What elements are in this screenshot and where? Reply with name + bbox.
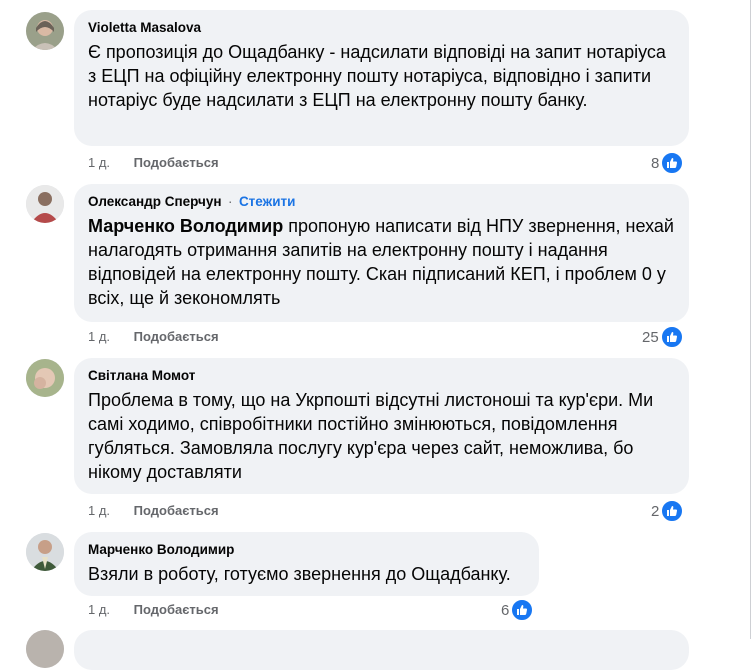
thumbs-up-icon (511, 599, 534, 621)
reaction-count[interactable]: 25 (642, 326, 683, 348)
comment-actions: 1 д. Подобається (88, 503, 219, 519)
comment-author[interactable]: Олександр Сперчун (88, 194, 222, 209)
comment-author[interactable]: Світлана Момот (88, 368, 195, 383)
comment-bubble: Олександр Сперчун · Стежити Марченко Вол… (74, 184, 689, 322)
reaction-count[interactable]: 2 (651, 500, 684, 522)
like-button[interactable]: Подобається (134, 503, 219, 518)
like-button[interactable]: Подобається (134, 602, 219, 617)
comment-timestamp[interactable]: 1 д. (88, 329, 110, 344)
reaction-count-number: 25 (642, 328, 659, 346)
avatar[interactable] (26, 359, 64, 397)
comment-actions: 1 д. Подобається (88, 329, 219, 345)
comment-text: Марченко Володимир пропоную написати від… (88, 214, 675, 310)
comment-bubble: Марченко Володимир Взяли в роботу, готує… (74, 532, 539, 596)
comment-text: Взяли в роботу, готуємо звернення до Оща… (88, 564, 511, 584)
separator-dot: · (227, 194, 233, 209)
avatar[interactable] (26, 533, 64, 571)
avatar[interactable] (26, 185, 64, 223)
comment-author[interactable]: Violetta Masalova (88, 20, 201, 35)
comment-author[interactable]: Марченко Володимир (88, 542, 234, 557)
comment-actions: 1 д. Подобається (88, 602, 219, 618)
like-button[interactable]: Подобається (134, 155, 219, 170)
reaction-count[interactable]: 6 (501, 599, 534, 621)
follow-button[interactable]: Стежити (239, 194, 295, 209)
comment-timestamp[interactable]: 1 д. (88, 602, 110, 617)
thumbs-up-icon (661, 152, 684, 174)
comment-text: Є пропозиція до Ощадбанку - надсилати ві… (88, 42, 666, 110)
comment-actions: 1 д. Подобається (88, 155, 219, 171)
avatar[interactable] (26, 12, 64, 50)
comment-timestamp[interactable]: 1 д. (88, 155, 110, 170)
comment-bubble (74, 630, 689, 670)
comment-timestamp[interactable]: 1 д. (88, 503, 110, 518)
comment-bubble: Світлана Момот Проблема в тому, що на Ук… (74, 358, 689, 494)
avatar[interactable] (26, 630, 64, 668)
thumbs-up-icon (660, 326, 683, 348)
reaction-count-number: 8 (651, 154, 660, 172)
reaction-count[interactable]: 8 (651, 152, 684, 174)
like-button[interactable]: Подобається (134, 329, 219, 344)
comment-text: Проблема в тому, що на Укрпошті відсутні… (88, 390, 654, 482)
reaction-count-number: 2 (651, 502, 660, 520)
thumbs-up-icon (661, 500, 684, 522)
reaction-count-number: 6 (501, 601, 510, 619)
mention-link[interactable]: Марченко Володимир (88, 216, 283, 236)
comment-bubble: Violetta Masalova Є пропозиція до Ощадба… (74, 10, 689, 146)
